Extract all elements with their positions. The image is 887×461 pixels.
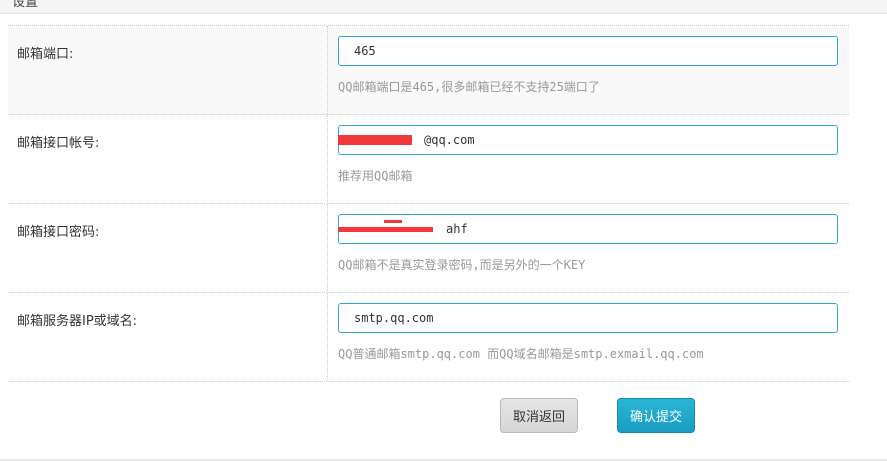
port-input[interactable] bbox=[338, 36, 838, 66]
form-actions: 取消返回 确认提交 bbox=[0, 382, 887, 461]
account-field-cell: 推荐用QQ邮箱 bbox=[328, 115, 849, 203]
account-hint: 推荐用QQ邮箱 bbox=[338, 169, 413, 183]
port-hint: QQ邮箱端口是465,很多邮箱已经不支持25端口了 bbox=[338, 80, 600, 94]
form-row-account: 邮箱接口帐号: 推荐用QQ邮箱 bbox=[8, 115, 849, 204]
submit-button[interactable]: 确认提交 bbox=[617, 398, 695, 433]
settings-page: 设置 邮箱端口: QQ邮箱端口是465,很多邮箱已经不支持25端口了 邮箱接口帐… bbox=[0, 0, 887, 461]
password-input[interactable] bbox=[338, 214, 838, 244]
form-row-port: 邮箱端口: QQ邮箱端口是465,很多邮箱已经不支持25端口了 bbox=[8, 26, 849, 115]
account-label: 邮箱接口帐号: bbox=[8, 115, 328, 203]
section-title: 设置 bbox=[12, 0, 39, 10]
mail-settings-form: 邮箱端口: QQ邮箱端口是465,很多邮箱已经不支持25端口了 邮箱接口帐号: … bbox=[8, 25, 849, 382]
form-row-password: 邮箱接口密码: QQ邮箱不是真实登录密码,而是另外的一个KEY bbox=[8, 204, 849, 293]
server-hint: QQ普通邮箱smtp.qq.com 而QQ域名邮箱是smtp.exmail.qq… bbox=[338, 347, 704, 361]
form-row-server: 邮箱服务器IP或域名: QQ普通邮箱smtp.qq.com 而QQ域名邮箱是sm… bbox=[8, 293, 849, 382]
account-input[interactable] bbox=[338, 125, 838, 155]
password-redaction-stroke bbox=[384, 220, 402, 223]
password-hint: QQ邮箱不是真实登录密码,而是另外的一个KEY bbox=[338, 258, 586, 272]
cancel-button[interactable]: 取消返回 bbox=[500, 398, 578, 433]
password-field-cell: QQ邮箱不是真实登录密码,而是另外的一个KEY bbox=[328, 204, 849, 292]
port-label: 邮箱端口: bbox=[8, 26, 328, 114]
server-input[interactable] bbox=[338, 303, 838, 333]
port-field-cell: QQ邮箱端口是465,很多邮箱已经不支持25端口了 bbox=[328, 26, 849, 114]
server-label: 邮箱服务器IP或域名: bbox=[8, 293, 328, 381]
password-label: 邮箱接口密码: bbox=[8, 204, 328, 292]
section-header: 设置 bbox=[0, 0, 887, 14]
server-field-cell: QQ普通邮箱smtp.qq.com 而QQ域名邮箱是smtp.exmail.qq… bbox=[328, 293, 849, 381]
